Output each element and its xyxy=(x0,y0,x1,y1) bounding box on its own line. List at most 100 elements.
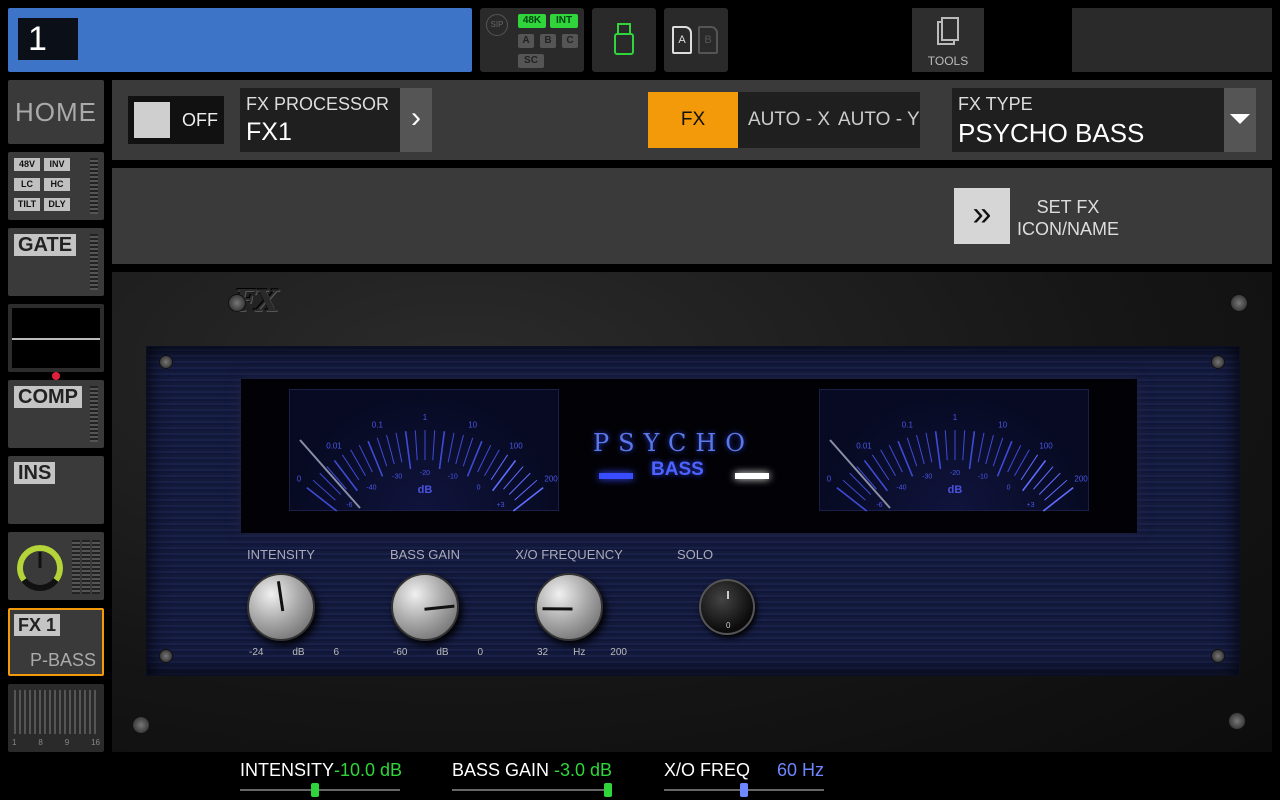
input-section-button[interactable]: 48V INV LC HC TILT DLY xyxy=(8,152,104,220)
eq-curve-preview xyxy=(12,308,100,368)
top-right-panel[interactable] xyxy=(1072,8,1272,72)
vu-tick xyxy=(490,454,509,481)
input-meter xyxy=(90,158,98,214)
fx1-section-button[interactable]: FX 1 P-BASS xyxy=(8,608,104,676)
tab-fx[interactable]: FX xyxy=(648,92,738,148)
vu-tick xyxy=(1020,454,1039,481)
comp-label: COMP xyxy=(14,386,82,408)
solo-pointer xyxy=(727,591,729,599)
gate-label: GATE xyxy=(14,234,77,256)
set-fx-icon-name-label[interactable]: SET FX ICON/NAME xyxy=(1012,196,1124,240)
solo-button[interactable]: 0 xyxy=(699,579,755,635)
vu-display: 0 0.01 0.1 1 10 100 200 -6 -40 -30 -20 -10 0 +3 dB PS… xyxy=(241,379,1137,533)
fx-type-dropdown[interactable]: FX TYPE PSYCHO BASS xyxy=(952,88,1256,152)
clock-source-badge: INT xyxy=(550,14,578,28)
chevron-down-icon[interactable] xyxy=(1224,88,1256,152)
status-panel[interactable]: SIP 48K INT A B C SC xyxy=(480,8,584,72)
panel-screw xyxy=(1211,649,1225,663)
sends-scale-16: 16 xyxy=(91,738,100,747)
compressor-section-button[interactable]: COMP xyxy=(8,380,104,448)
param-xo-freq-value: 60 Hz xyxy=(777,760,825,780)
vu-scale-label: 0 xyxy=(827,474,832,483)
vu-scale-label: -20 xyxy=(950,470,960,477)
level-meter-aux xyxy=(92,540,100,594)
sends-scale: 1 8 9 16 xyxy=(12,738,100,747)
param-bass-gain-name: BASS GAIN xyxy=(452,760,550,780)
vu-tick xyxy=(376,437,388,467)
param-bass-gain[interactable]: BASS GAIN -3.0 dB xyxy=(452,758,622,798)
param-xo-freq-name: X/O FREQ xyxy=(664,760,751,780)
param-xo-freq-thumb[interactable] xyxy=(740,783,748,797)
knob-pointer xyxy=(424,604,455,611)
vu-scale-label: +3 xyxy=(497,502,505,509)
vu-tick xyxy=(992,437,1004,467)
fx-rack-panel: FX 0 0.01 0.1 1 10 100 200 -6 -40 -30 -20 -10 0 +3 dB… xyxy=(112,272,1272,752)
vu-unit-right: dB xyxy=(947,484,963,496)
home-button[interactable]: HOME xyxy=(8,80,104,144)
vu-scale-label: 0.01 xyxy=(326,441,342,450)
param-bass-gain-track[interactable] xyxy=(452,789,612,791)
fx-tab-group: FX AUTO - X AUTO - Y xyxy=(648,92,920,148)
set-fx-icon-name-button[interactable]: » xyxy=(954,188,1010,244)
vu-tick xyxy=(916,434,925,465)
eq-section-button[interactable] xyxy=(8,304,104,372)
vu-scale-label: 10 xyxy=(468,420,477,429)
tilt-badge: TILT xyxy=(14,198,40,211)
comp-meter xyxy=(90,386,98,442)
xo-frequency-scale: 32 Hz 200 xyxy=(537,647,627,658)
vu-scale-label: 0.1 xyxy=(372,420,384,429)
vu-meter-left: 0 0.01 0.1 1 10 100 200 -6 -40 -30 -20 -10 0 +3 dB xyxy=(289,389,559,512)
panel-screw xyxy=(159,355,173,369)
vu-tick xyxy=(968,431,976,470)
vu-scale-label: -6 xyxy=(346,502,352,509)
tab-auto-x[interactable]: AUTO - X xyxy=(748,92,830,148)
pan-section-button[interactable] xyxy=(8,532,104,600)
vu-unit-left: dB xyxy=(417,484,433,496)
xo-frequency-min: 32 xyxy=(537,647,549,658)
gate-section-button[interactable]: GATE xyxy=(8,228,104,296)
param-bass-gain-thumb[interactable] xyxy=(604,783,612,797)
copy-icon xyxy=(937,17,959,45)
ins-label: INS xyxy=(14,462,56,484)
xo-frequency-knob[interactable] xyxy=(535,573,603,641)
fx-power-switch[interactable] xyxy=(134,102,170,138)
bass-title: BASS xyxy=(651,459,704,480)
param-intensity[interactable]: INTENSITY -10.0 dB xyxy=(240,758,410,798)
vu-tick xyxy=(985,434,994,465)
sends-section-button[interactable]: 1 8 9 16 xyxy=(8,684,104,752)
channel-number: 1 xyxy=(18,18,78,60)
param-xo-freq[interactable]: X/O FREQ 60 Hz xyxy=(664,758,834,798)
vu-scale-label: 100 xyxy=(1039,441,1053,450)
insert-section-button[interactable]: INS xyxy=(8,456,104,524)
bass-gain-knob[interactable] xyxy=(391,573,459,641)
vu-tick xyxy=(944,430,948,461)
chevron-right-icon[interactable]: › xyxy=(400,88,432,152)
fx-power-toggle[interactable]: OFF xyxy=(128,96,224,144)
vu-tick xyxy=(341,454,360,481)
vu-scale-label: -30 xyxy=(922,474,932,481)
set-fx-label-line1: SET FX xyxy=(1036,197,1100,217)
param-intensity-track[interactable] xyxy=(240,789,400,791)
param-intensity-thumb[interactable] xyxy=(311,783,320,797)
gate-meter xyxy=(90,234,98,290)
sends-scale-8: 8 xyxy=(38,738,43,747)
pan-knob-icon xyxy=(17,545,63,591)
tab-auto-y[interactable]: AUTO - Y xyxy=(838,92,920,148)
vu-tick xyxy=(404,431,412,470)
set-fx-label-line2: ICON/NAME xyxy=(1016,219,1119,239)
vu-scale-label: 1 xyxy=(423,413,428,422)
usb-button[interactable] xyxy=(592,8,656,72)
intensity-unit: dB xyxy=(292,647,305,658)
sd-card-button[interactable]: A B xyxy=(664,8,728,72)
psycho-title: PSYCHO xyxy=(593,429,754,457)
tools-button[interactable]: TOOLS xyxy=(912,8,984,72)
delay-badge: DLY xyxy=(44,198,70,211)
intensity-knob[interactable] xyxy=(247,573,315,641)
intensity-min: -24 xyxy=(249,647,264,658)
vu-scale-label: -10 xyxy=(978,474,988,481)
vu-tick xyxy=(432,430,436,461)
channel-name-box[interactable]: 1 xyxy=(8,8,472,72)
param-intensity-name: INTENSITY xyxy=(240,760,335,780)
sip-indicator: SIP xyxy=(486,14,508,36)
vu-tick xyxy=(447,432,455,463)
